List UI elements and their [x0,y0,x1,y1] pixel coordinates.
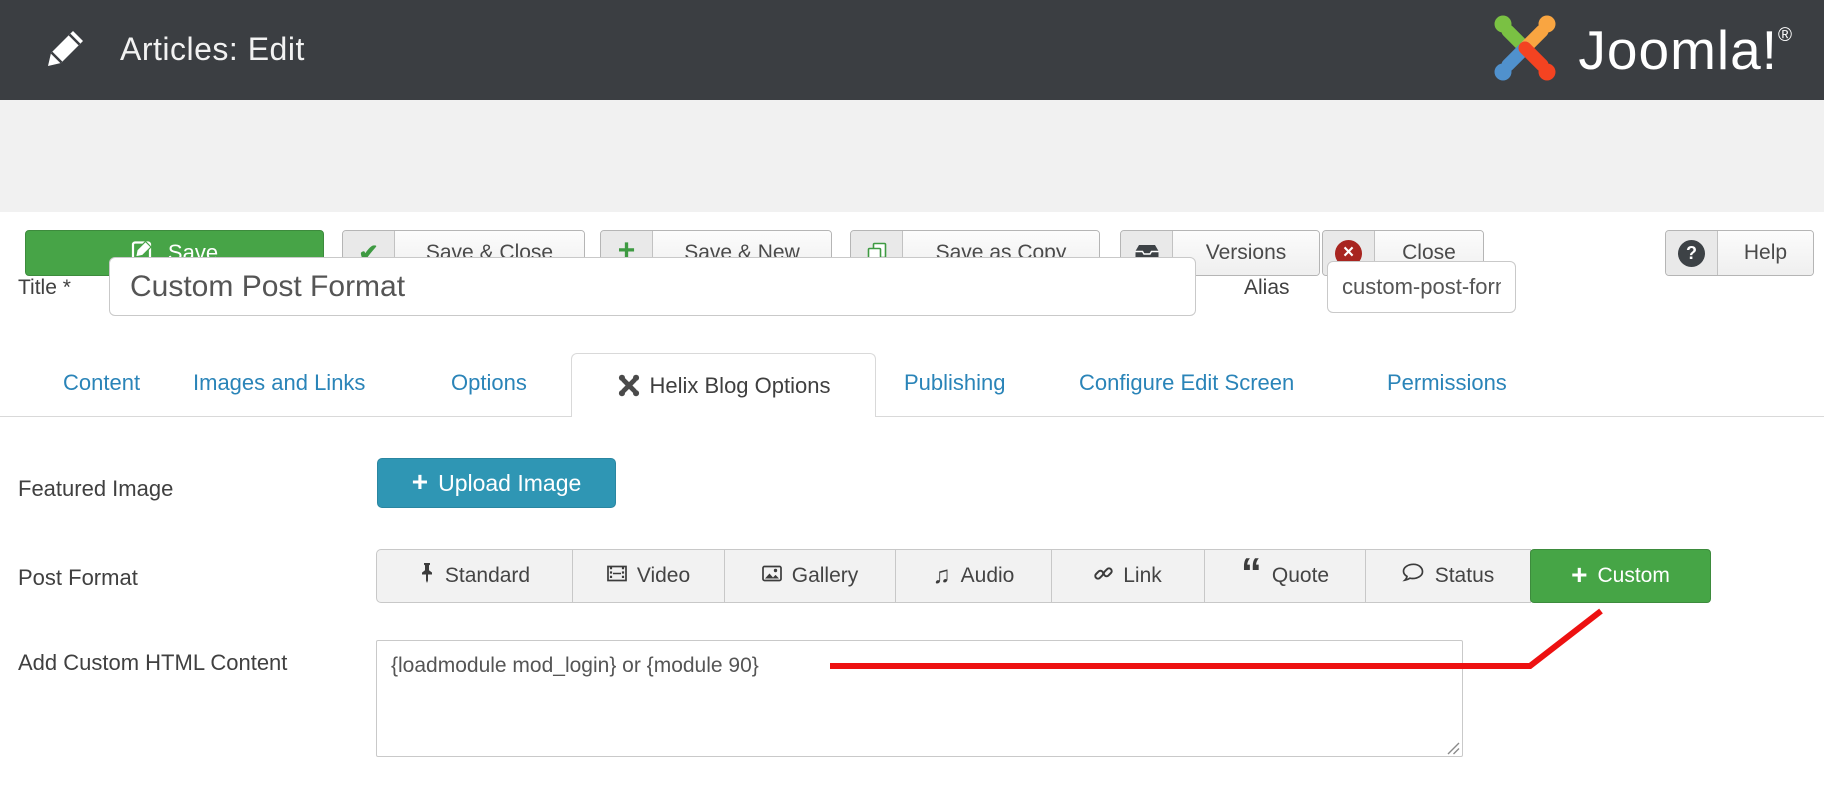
header-bar: Articles: Edit Joomla!® [0,0,1824,100]
joomla-knot-icon [1488,9,1562,92]
image-icon [762,564,782,588]
music-note-icon: ♫ [933,564,951,588]
title-input[interactable] [109,257,1196,316]
pushpin-icon [419,562,435,590]
tab-permissions[interactable]: Permissions [1387,370,1507,396]
post-format-status[interactable]: Status [1365,549,1531,603]
articles-edit-page: Articles: Edit Joomla!® [0,0,1824,786]
plus-icon: + [1571,561,1587,589]
post-format-label: Post Format [18,565,138,591]
alias-label: Alias [1244,276,1290,300]
post-format-custom[interactable]: + Custom [1530,549,1711,603]
tab-publishing[interactable]: Publishing [904,370,1006,396]
registered-mark: ® [1778,25,1792,46]
custom-html-textarea[interactable]: {loadmodule mod_login} or {module 90} [376,640,1463,757]
pencil-icon [44,28,86,75]
post-format-gallery[interactable]: Gallery [724,549,896,603]
upload-image-label: Upload Image [438,470,581,497]
tab-images-and-links[interactable]: Images and Links [193,370,365,396]
featured-image-label: Featured Image [18,476,173,502]
alias-input[interactable] [1327,261,1516,313]
post-format-group: Standard Video Gallery [376,549,1711,603]
joomla-logo: Joomla!® [1488,10,1792,90]
upload-image-button[interactable]: + Upload Image [377,458,616,508]
post-format-video[interactable]: Video [572,549,725,603]
link-icon [1094,564,1113,589]
quote-icon: “ [1241,573,1262,589]
film-icon [607,564,627,588]
help-button[interactable]: ? Help [1665,230,1814,276]
tab-helix-blog-options[interactable]: Helix Blog Options [571,353,876,417]
joomla-knot-icon [617,373,641,398]
post-format-audio[interactable]: ♫ Audio [895,549,1052,603]
speech-bubble-icon [1402,563,1425,589]
question-icon: ? [1666,231,1718,275]
title-label: Title * [18,276,71,300]
help-label: Help [1718,231,1813,275]
toolbar: Save ✔ Save & Close + Save & New Save as… [0,100,1824,212]
plus-icon: + [412,468,428,496]
joomla-logo-text: Joomla! [1578,19,1778,81]
post-format-standard[interactable]: Standard [376,549,573,603]
post-format-quote[interactable]: “ Quote [1204,549,1366,603]
tabs-divider [0,416,1824,417]
page-title: Articles: Edit [120,31,305,68]
post-format-link[interactable]: Link [1051,549,1205,603]
textarea-resize-handle[interactable] [1446,741,1460,760]
tab-options[interactable]: Options [451,370,527,396]
tab-content[interactable]: Content [63,370,140,396]
custom-html-label: Add Custom HTML Content [18,650,287,676]
tab-helix-label: Helix Blog Options [650,373,831,399]
tab-configure-edit-screen[interactable]: Configure Edit Screen [1079,370,1294,396]
